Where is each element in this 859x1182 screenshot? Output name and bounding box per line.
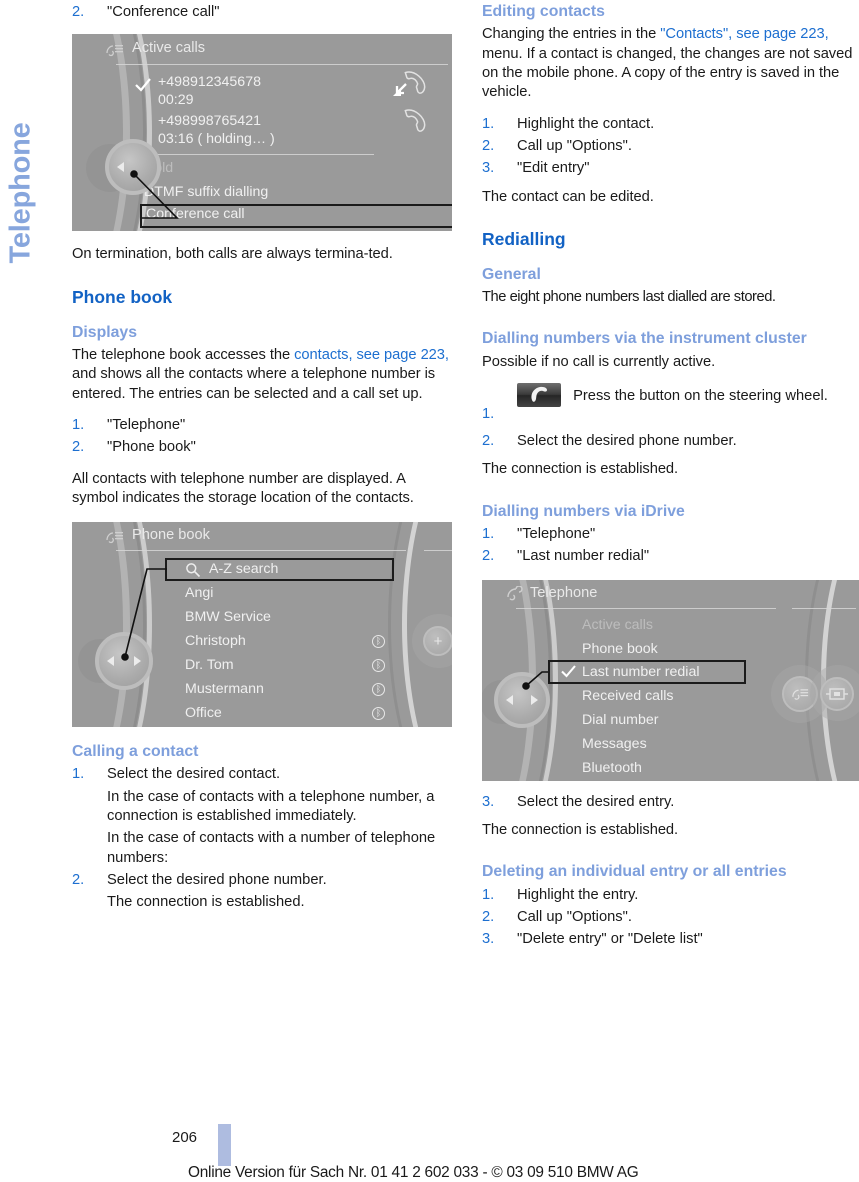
displays-step-list: 1. "Telephone" 2. "Phone book": [72, 416, 452, 458]
list-item: 2. "Last number redial": [482, 547, 859, 566]
instrument-cluster-after-text: The connection is established.: [482, 461, 679, 478]
step-subtext: In the case of contacts with a telephone…: [107, 788, 435, 825]
callout-line: [121, 568, 167, 662]
editing-step-list: 1. Highlight the contact. 2. Call up "Op…: [482, 115, 859, 179]
step-text: Highlight the entry.: [517, 886, 639, 903]
step-text: Select the desired phone number.: [107, 872, 327, 889]
active-calls-display-screenshot: Active calls +498912345678 00:29 +498998…: [72, 34, 452, 232]
step-number: 1.: [482, 406, 495, 423]
list-item: 2. Select the desired phone number. The …: [72, 871, 452, 913]
list-item: 2. "Conference call": [72, 3, 452, 22]
editing-paragraph: Changing the entries in the "Contacts", …: [482, 25, 859, 102]
list-item: 1. Press the button on the steering whee…: [482, 383, 859, 429]
footer-note: Online Version für Sach Nr. 01 41 2 602 …: [188, 1164, 639, 1181]
heading-deleting-entries: Deleting an individual entry or all entr…: [482, 863, 787, 881]
heading-instrument-cluster: Dialling numbers via the instrument clus…: [482, 330, 807, 348]
page-edge-marker: [218, 1124, 231, 1166]
step-number: 1.: [72, 416, 85, 433]
step-text: "Conference call": [107, 4, 220, 20]
step-subtext: In the case of contacts with a number of…: [107, 830, 436, 866]
conference-step-list: 2. "Conference call": [72, 3, 452, 22]
heading-general: General: [482, 265, 541, 283]
list-item: 2. "Phone book": [72, 438, 452, 457]
calling-step-list: 1. Select the desired contact. In the ca…: [72, 765, 452, 912]
step-text: Select the desired contact.: [107, 766, 281, 783]
list-item: 1. "Telephone": [482, 525, 859, 544]
step-number: 3.: [482, 931, 495, 948]
instrument-cluster-intro: Possible if no call is currently active.: [482, 353, 716, 370]
left-column: 2. "Conference call" Active calls +49891…: [72, 0, 452, 916]
heading-displays: Displays: [72, 323, 137, 341]
contacts-page-link[interactable]: contacts, see page 223,: [294, 347, 449, 363]
page-number: 206: [172, 1129, 198, 1146]
step-text: Select the desired entry.: [517, 793, 675, 810]
step-number: 2.: [482, 548, 495, 565]
step-number: 1.: [482, 886, 495, 903]
step-text: "Last number redial": [517, 548, 650, 565]
manual-page: 2. "Conference call" Active calls +49891…: [0, 0, 859, 1182]
instrument-cluster-step-list: 1. Press the button on the steering whee…: [482, 383, 859, 451]
step-number: 2.: [72, 872, 85, 889]
idrive-step-list: 1. "Telephone" 2. "Last number redial": [482, 525, 859, 567]
step-number: 2.: [72, 4, 85, 20]
displays-text-2: and shows all the contacts where a telep…: [72, 366, 436, 402]
step-text: Press the button on the steering wheel.: [573, 388, 828, 405]
step-text: Call up "Options".: [517, 137, 632, 154]
step-number: 1.: [72, 766, 85, 783]
general-text: The eight phone numbers last dialled are…: [482, 289, 776, 306]
list-item: 3. Select the desired entry.: [482, 793, 859, 812]
list-item: 2. Select the desired phone number.: [482, 432, 859, 451]
editing-after-text: The contact can be edited.: [482, 188, 654, 205]
callout-line: [130, 170, 179, 220]
step-number: 3.: [482, 793, 495, 810]
step-text: "Edit entry": [517, 160, 590, 177]
contacts-page-link[interactable]: "Contacts", see page 223,: [660, 26, 828, 42]
termination-note: On termination, both calls are always te…: [72, 246, 393, 263]
step-number: 1.: [482, 115, 495, 132]
displays-text-1: The telephone book accesses the: [72, 346, 295, 363]
heading-editing-contacts: Editing contacts: [482, 3, 605, 20]
phone-book-display-screenshot: Phone book A-Z search Angi BMW Service C…: [72, 522, 452, 728]
telephone-menu-display-screenshot: Telephone Active calls Phone book Last n…: [482, 579, 859, 781]
list-item: 2. Call up "Options".: [482, 137, 859, 156]
step-text: Highlight the contact.: [517, 115, 655, 132]
editing-text-2: menu. If a contact is changed, the chang…: [482, 45, 853, 101]
step-number: 2.: [482, 137, 495, 154]
step-text: Select the desired phone number.: [517, 433, 737, 450]
idrive-step3-list: 3. Select the desired entry.: [482, 793, 859, 812]
idrive-after-text: The connection is established.: [482, 821, 679, 838]
step-subtext: The connection is established.: [107, 894, 305, 911]
list-item: 1. "Telephone": [72, 416, 452, 435]
displays-after-text: All contacts with telephone number are d…: [72, 470, 414, 506]
deleting-step-list: 1. Highlight the entry. 2. Call up "Opti…: [482, 886, 859, 950]
list-item: 1. Select the desired contact. In the ca…: [72, 765, 452, 868]
displays-paragraph: The telephone book accesses the contacts…: [72, 346, 452, 404]
heading-redialling: Redialling: [482, 228, 566, 249]
step-number: 2.: [482, 908, 495, 925]
step-text: "Telephone": [107, 416, 186, 433]
step-number: 1.: [482, 526, 495, 542]
step-number: 3.: [482, 160, 495, 177]
callout-line: [522, 670, 548, 690]
editing-text-1: Changing the entries in the: [482, 26, 661, 43]
list-item: 1. Highlight the entry.: [482, 886, 859, 905]
steering-wheel-call-button-icon: [517, 383, 561, 408]
heading-dialling-via-idrive: Dialling numbers via iDrive: [482, 502, 685, 520]
step-text: Call up "Options".: [517, 908, 632, 925]
heading-calling-a-contact: Calling a contact: [72, 743, 199, 761]
heading-phone-book: Phone book: [72, 286, 173, 307]
list-item: 3. "Delete entry" or "Delete list": [482, 930, 859, 949]
step-number: 2.: [72, 439, 85, 456]
step-text: "Delete entry" or "Delete list": [517, 931, 703, 948]
list-item: 2. Call up "Options".: [482, 908, 859, 927]
list-item: 3. "Edit entry": [482, 159, 859, 178]
step-text: "Phone book": [107, 439, 196, 456]
right-column: Editing contacts Changing the entries in…: [482, 0, 859, 953]
step-text: "Telephone": [517, 526, 596, 542]
list-item: 1. Highlight the contact.: [482, 115, 859, 134]
step-number: 2.: [482, 433, 495, 450]
